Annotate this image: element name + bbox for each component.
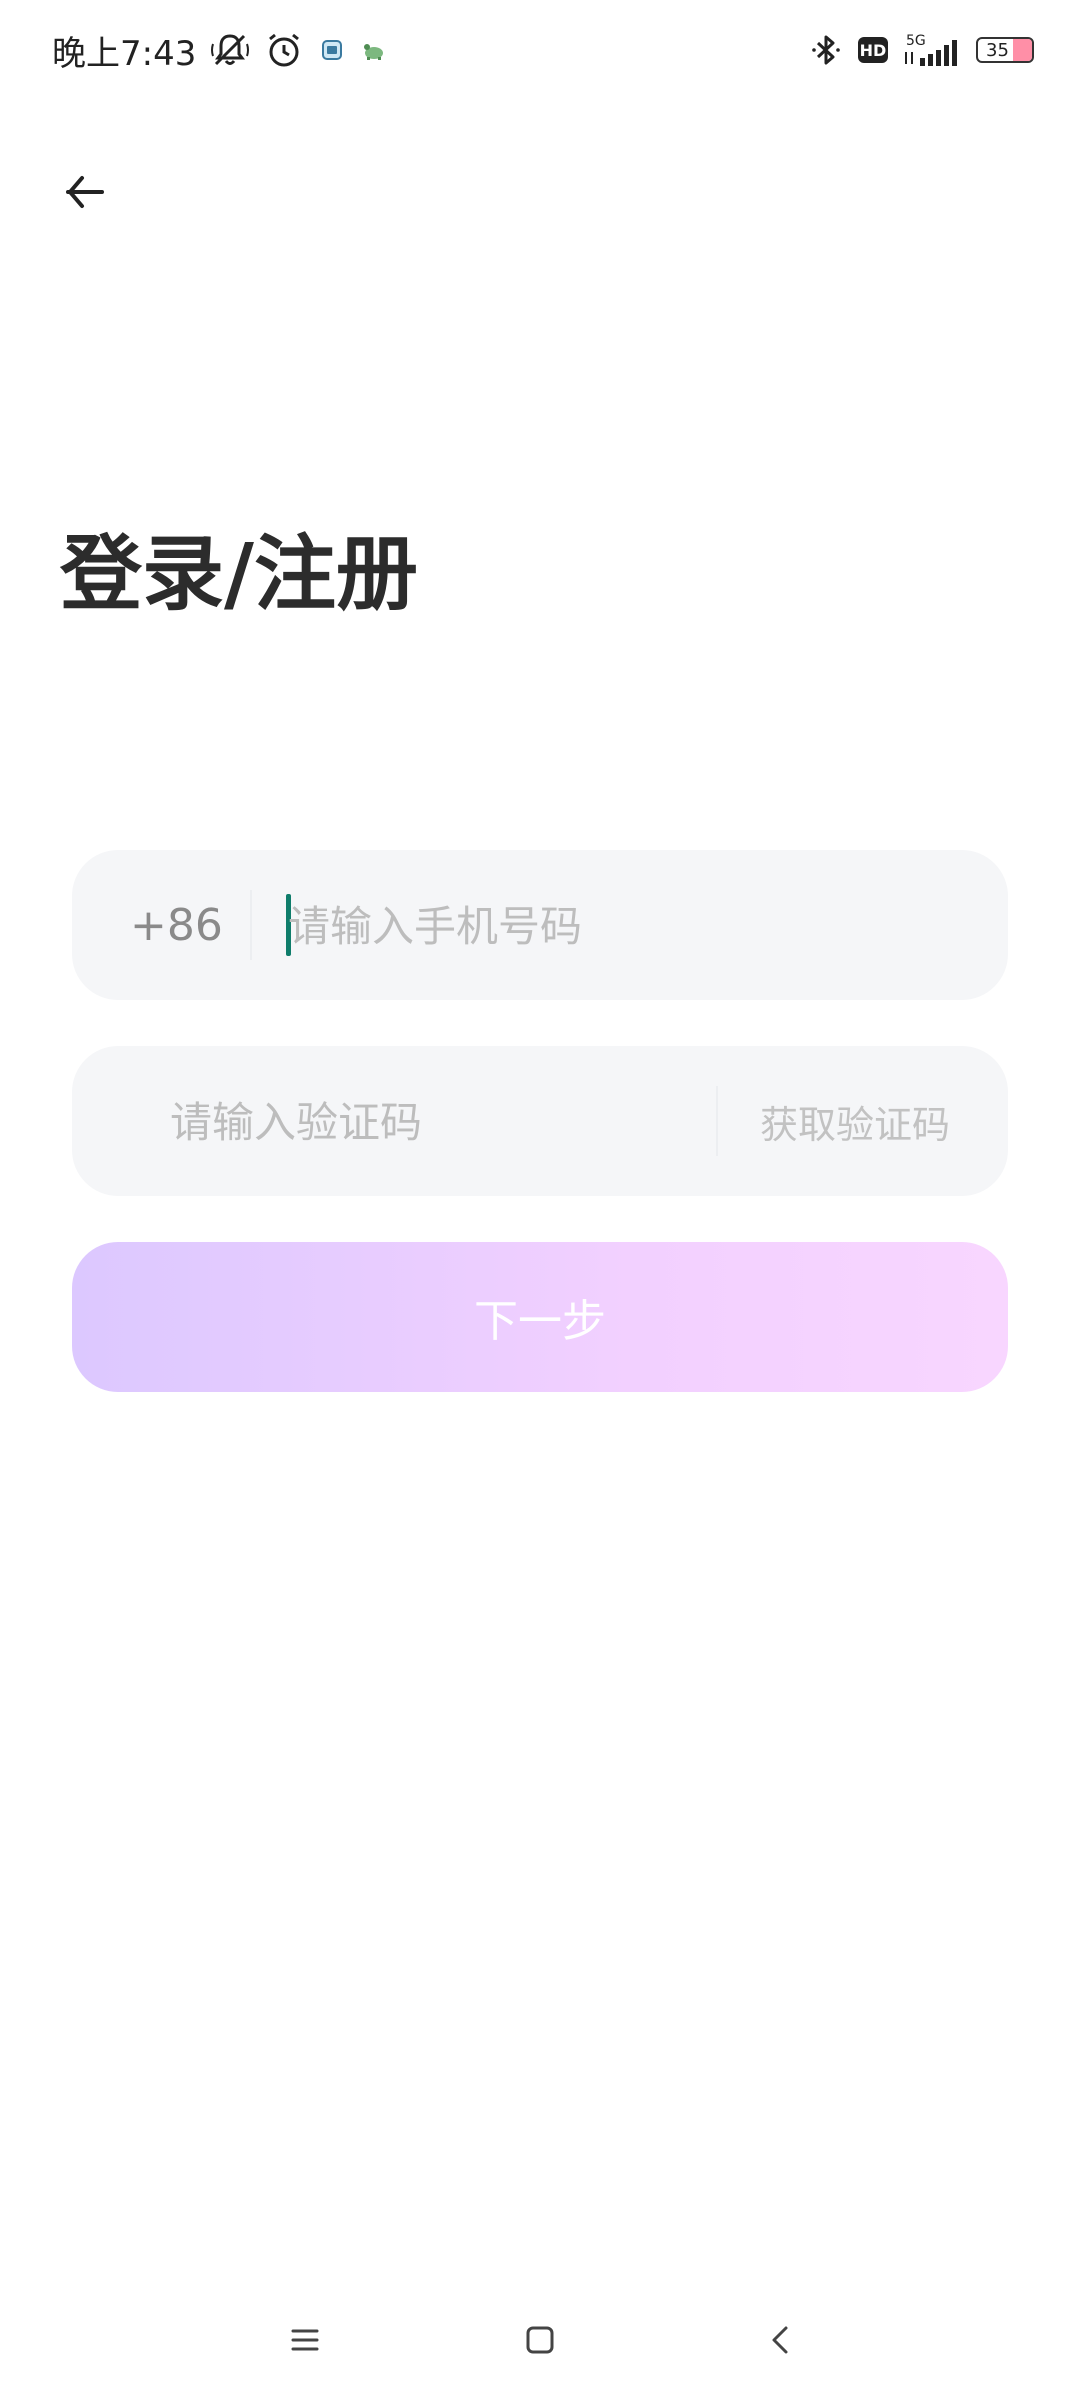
battery-indicator: 35 <box>976 37 1034 63</box>
arrow-left-icon <box>66 176 104 208</box>
verification-code-input[interactable] <box>168 1046 692 1198</box>
status-left: 晚上7:43 <box>52 26 388 74</box>
system-nav-bar <box>0 2300 1080 2380</box>
turtle-icon <box>360 36 388 64</box>
country-code[interactable]: +86 <box>130 850 223 1000</box>
nav-menu-button[interactable] <box>275 2310 335 2370</box>
page-title: 登录/注册 <box>60 527 418 622</box>
get-code-button[interactable]: 获取验证码 <box>760 1046 950 1196</box>
phone-field-container: +86 <box>72 850 1008 1002</box>
status-right: HD 5G 35 <box>806 26 1034 74</box>
bluetooth-icon <box>806 30 846 70</box>
back-button[interactable] <box>54 160 118 224</box>
battery-text: 35 <box>986 39 1009 61</box>
status-time: 晚上7:43 <box>52 33 197 74</box>
back-icon <box>772 2326 788 2354</box>
code-field-container: 获取验证码 <box>72 1046 1008 1198</box>
code-field-divider <box>716 1086 718 1156</box>
svg-text:5G: 5G <box>906 33 926 49</box>
home-icon <box>526 2326 554 2354</box>
status-bar: 晚上7:43 HD 5G 35 <box>0 0 1080 100</box>
next-button[interactable]: 下一步 <box>72 1242 1008 1392</box>
phone-input[interactable] <box>286 850 970 1002</box>
nav-home-button[interactable] <box>510 2310 570 2370</box>
menu-icon <box>291 2329 319 2351</box>
phone-field-divider <box>250 890 252 960</box>
app-notification-icon <box>318 36 346 64</box>
alarm-icon <box>264 30 304 70</box>
nav-back-button[interactable] <box>750 2310 810 2370</box>
hd-icon: HD <box>858 37 888 63</box>
signal-icon: 5G <box>900 30 964 70</box>
battery-fill <box>1013 39 1032 61</box>
mute-bell-icon <box>210 30 250 70</box>
battery-icon: 35 <box>976 37 1034 63</box>
